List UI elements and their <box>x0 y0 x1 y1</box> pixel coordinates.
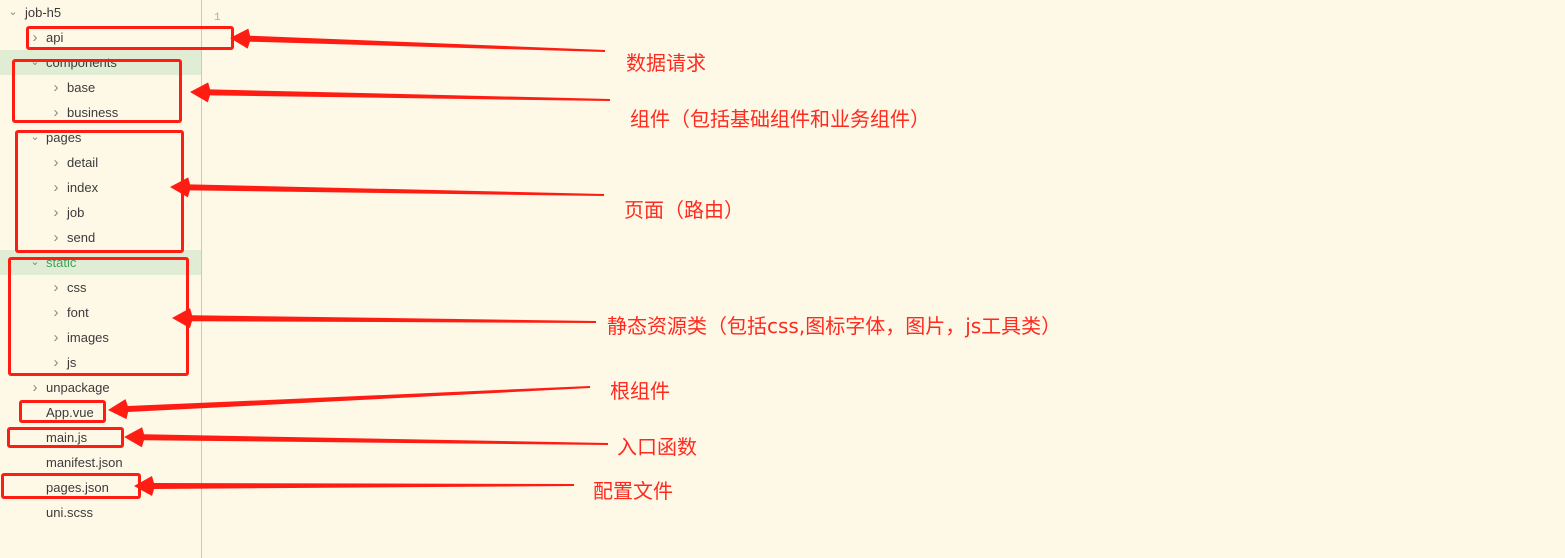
arrow-app-vue <box>108 386 591 420</box>
arrow-components <box>190 82 611 103</box>
arrow-static <box>172 308 597 329</box>
annotation-label-components: 组件（包括基础组件和业务组件） <box>630 107 930 131</box>
annotation-arrows <box>108 28 611 496</box>
annotation-label-pages: 页面（路由） <box>624 198 744 222</box>
annotation-label-pages-json: 配置文件 <box>593 479 673 503</box>
arrow-pages <box>170 177 605 198</box>
annotation-label-app-vue: 根组件 <box>610 379 670 403</box>
annotation-label-static: 静态资源类（包括css,图标字体，图片，js工具类） <box>607 314 1062 338</box>
annotation-label-main-js: 入口函数 <box>617 435 697 459</box>
annotation-label-api: 数据请求 <box>626 51 706 75</box>
arrow-main-js <box>124 427 609 448</box>
arrow-api <box>230 28 606 52</box>
arrow-pages-json <box>134 475 575 496</box>
